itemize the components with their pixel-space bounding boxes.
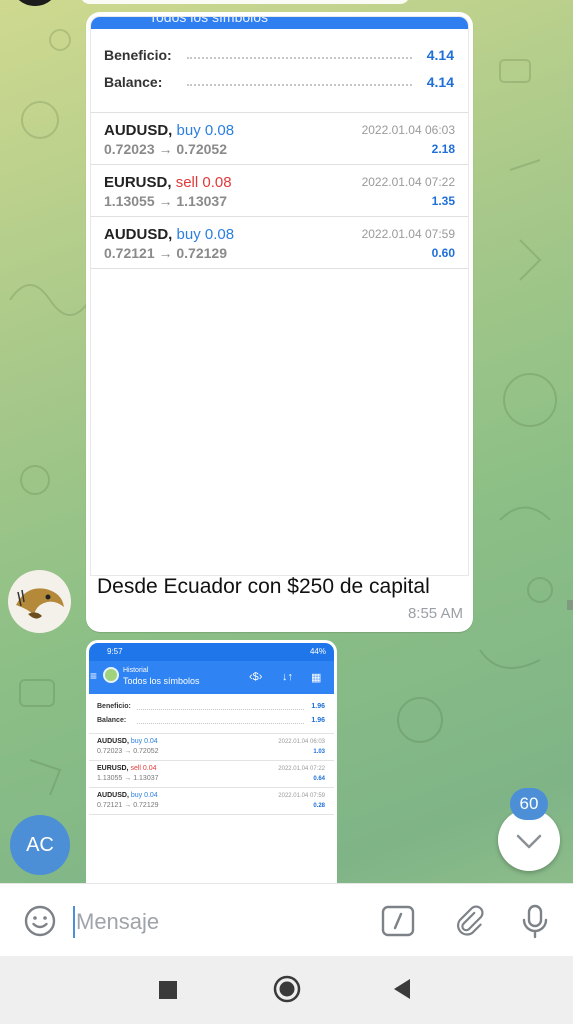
trade-prices: 0.72121 → 0.72129 <box>104 245 227 261</box>
symbol-text: AUDUSD, <box>97 738 129 745</box>
trade-symbol: AUDUSD, buy 0.08 <box>104 122 234 139</box>
trade-symbol: AUDUSD, buy 0.04 <box>97 792 158 799</box>
nav-home-icon[interactable] <box>272 974 302 1004</box>
trade-direction: buy 0.08 <box>176 226 235 243</box>
trade-direction: sell 0.04 <box>130 765 157 772</box>
sort-icon: ↓↑ <box>282 671 293 683</box>
trade-date: 2022.01.04 06:03 <box>278 739 325 745</box>
dotted-leader <box>187 57 412 59</box>
summary-row-balance: Balance: 1.96 <box>89 714 334 728</box>
trade-direction: sell 0.08 <box>175 174 232 191</box>
trade-profit: 0.28 <box>313 803 325 809</box>
summary-label: Beneficio: <box>97 703 131 710</box>
user-avatar[interactable]: AC <box>10 815 70 875</box>
summary-value: 1.96 <box>311 717 325 724</box>
summary-row-balance: Balance: 4.14 <box>91 66 468 93</box>
symbol-text: EURUSD, <box>104 174 172 191</box>
bot-command-icon[interactable] <box>380 903 416 939</box>
trade-profit: 1.35 <box>431 194 455 208</box>
trade-symbol: EURUSD, sell 0.04 <box>97 765 157 772</box>
mt-app-bar: ≡ Historial Todos los símbolos ‹$› ↓↑ ▦ <box>89 661 334 694</box>
screenshot-header-title: Todos los símbolos <box>149 17 269 25</box>
menu-icon: ≡ <box>90 669 98 683</box>
summary-value: 1.96 <box>311 703 325 710</box>
dotted-leader <box>137 723 304 724</box>
trade-row: AUDUSD, buy 0.08 0.72121 → 0.72129 2022.… <box>91 217 468 269</box>
message-input[interactable] <box>76 902 366 942</box>
trade-symbol: AUDUSD, buy 0.04 <box>97 738 158 745</box>
dotted-leader <box>187 84 412 86</box>
trade-profit: 0.64 <box>313 776 325 782</box>
trade-profit: 1.03 <box>313 749 325 755</box>
message-timestamp: 8:55 AM <box>407 605 463 622</box>
nav-back-icon[interactable] <box>394 979 410 999</box>
trade-symbol: EURUSD, sell 0.08 <box>104 174 232 191</box>
trade-history-screenshot[interactable]: Todos los símbolos Beneficio: 4.14 Balan… <box>90 16 469 576</box>
trade-history-screenshot-2[interactable]: 9:57 44% ≡ Historial Todos los símbolos … <box>89 643 334 890</box>
trade-profit: 0.60 <box>431 246 455 260</box>
currency-icon: ‹$› <box>249 671 263 683</box>
app-subtitle: Historial <box>123 667 149 674</box>
status-battery: 44% <box>309 647 326 656</box>
trade-prices: 0.72023 → 0.72052 <box>97 748 159 755</box>
trade-row: AUDUSD, buy 0.04 0.72023 → 0.72052 2022.… <box>89 734 334 761</box>
summary-label: Beneficio: <box>104 47 172 63</box>
trade-prices: 1.13055 → 1.13037 <box>104 193 227 209</box>
summary-value: 4.14 <box>426 74 454 90</box>
trade-date: 2022.01.04 07:22 <box>361 175 455 189</box>
summary-label: Balance: <box>97 717 127 724</box>
phone-status-bar: 9:57 44% <box>89 643 334 661</box>
message-bubble-photo-2[interactable]: 9:57 44% ≡ Historial Todos los símbolos … <box>86 640 337 890</box>
app-logo-icon <box>103 667 119 683</box>
trade-date: 2022.01.04 07:22 <box>278 766 325 772</box>
microphone-icon[interactable] <box>517 903 553 939</box>
summary-row-beneficio: Beneficio: 1.96 <box>89 700 334 714</box>
dotted-leader <box>137 709 304 710</box>
attach-icon[interactable] <box>450 903 486 939</box>
symbol-text: AUDUSD, <box>97 792 129 799</box>
text-cursor <box>73 906 75 938</box>
symbol-text: AUDUSD, <box>104 226 173 243</box>
summary-value: 4.14 <box>426 47 454 63</box>
symbol-text: AUDUSD, <box>104 122 173 139</box>
status-time: 9:57 <box>107 647 123 656</box>
trade-prices: 0.72023 → 0.72052 <box>104 141 227 157</box>
message-composer <box>0 883 573 956</box>
trade-row: EURUSD, sell 0.04 1.13055 → 1.13037 2022… <box>89 761 334 788</box>
trade-date: 2022.01.04 07:59 <box>361 227 455 241</box>
nav-recents-icon[interactable] <box>159 981 177 999</box>
trade-prices: 0.72121 → 0.72129 <box>97 802 159 809</box>
trade-date: 2022.01.04 07:59 <box>278 793 325 799</box>
trade-symbol: AUDUSD, buy 0.08 <box>104 226 234 243</box>
trade-row: AUDUSD, buy 0.08 0.72023 → 0.72052 2022.… <box>91 113 468 165</box>
trade-prices: 1.13055 → 1.13037 <box>97 775 159 782</box>
calendar-icon: ▦ <box>311 672 322 684</box>
unread-count-badge: 60 <box>510 788 548 820</box>
trade-direction: buy 0.04 <box>130 738 158 745</box>
sender-avatar[interactable] <box>8 570 71 633</box>
summary-section: Beneficio: 4.14 Balance: 4.14 <box>91 29 468 113</box>
message-bubble-photo[interactable]: Todos los símbolos Beneficio: 4.14 Balan… <box>86 12 473 632</box>
trade-row: AUDUSD, buy 0.04 0.72121 → 0.72129 2022.… <box>89 788 334 815</box>
screenshot-header-partial: Todos los símbolos <box>91 17 468 29</box>
summary-label: Balance: <box>104 74 163 90</box>
trade-direction: buy 0.08 <box>176 122 235 139</box>
message-caption: Desde Ecuador con $250 de capital <box>97 575 430 598</box>
summary-row-beneficio: Beneficio: 4.14 <box>91 39 468 66</box>
symbol-text: EURUSD, <box>97 765 129 772</box>
trade-profit: 2.18 <box>431 142 455 156</box>
emoji-icon[interactable] <box>22 903 58 939</box>
app-title: Todos los símbolos <box>123 676 200 686</box>
trade-row: EURUSD, sell 0.08 1.13055 → 1.13037 2022… <box>91 165 468 217</box>
previous-message-bubble <box>80 0 410 4</box>
trade-direction: buy 0.04 <box>130 792 158 799</box>
summary-section: Beneficio: 1.96 Balance: 1.96 <box>89 694 334 734</box>
scroll-indicator <box>567 600 573 610</box>
trade-date: 2022.01.04 06:03 <box>361 123 455 137</box>
sloth-avatar-icon <box>16 588 64 619</box>
